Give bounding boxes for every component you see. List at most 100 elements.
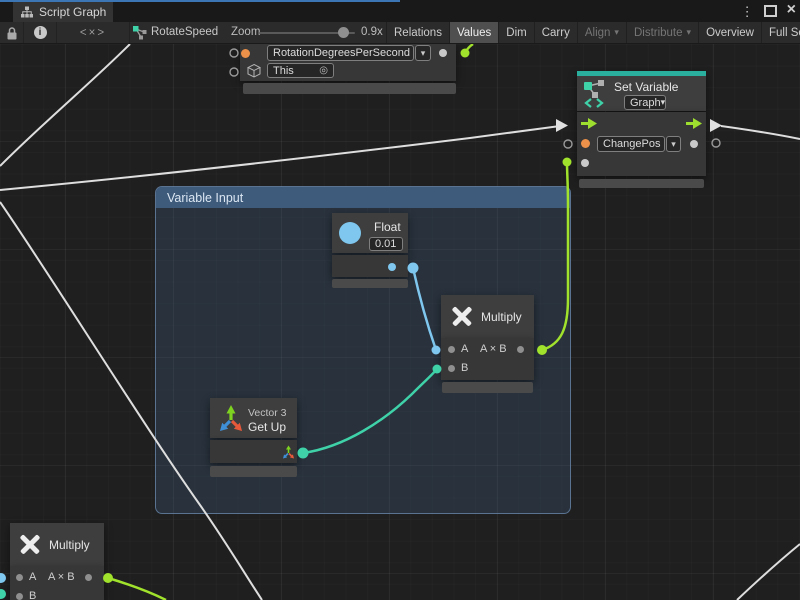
node-footer	[332, 279, 408, 288]
button-label: Distribute	[634, 27, 683, 39]
graph-toolbar: i <×> RotateSpeed Zoom 0.9x Relations Va…	[0, 22, 800, 44]
chevron-down-icon: ▾	[687, 27, 692, 38]
carry-button[interactable]: Carry	[534, 22, 577, 43]
lock-icon	[6, 26, 18, 40]
zoom-value: 0.9x	[361, 26, 383, 38]
tab-script-graph[interactable]: Script Graph	[13, 2, 113, 22]
align-dropdown[interactable]: Align▾	[577, 22, 626, 43]
script-graph-icon	[21, 6, 33, 18]
node-footer	[579, 179, 704, 188]
window-controls: ⋮ ×	[741, 0, 796, 22]
object-picker-icon[interactable]: ◎	[319, 65, 328, 76]
flow-output-arrow-icon[interactable]	[686, 118, 702, 129]
variable-name-text: ChangePos	[603, 138, 661, 150]
port-input-a[interactable]	[448, 346, 455, 353]
button-label: Values	[457, 27, 491, 39]
flow-input-arrow-icon[interactable]	[581, 118, 597, 129]
label-a: A	[461, 343, 468, 355]
distribute-dropdown[interactable]: Distribute ▾	[626, 22, 698, 43]
button-label: Dim	[506, 27, 526, 39]
chevron-down-icon: ▾	[421, 48, 426, 59]
group-header[interactable]: Variable Input	[156, 187, 570, 208]
variable-name-dropdown[interactable]: ChangePos	[597, 136, 665, 152]
node-set-variable[interactable]: Set Variable Graph ▾ ChangePos ▾	[577, 71, 706, 188]
port-value-output[interactable]	[690, 140, 698, 148]
values-button[interactable]: Values	[449, 22, 498, 43]
node-title: Set Variable	[614, 80, 678, 94]
overview-button[interactable]: Overview	[698, 22, 761, 43]
node-get-variable[interactable]: RotationDegreesPerSecond ▾ This ◎	[240, 44, 456, 94]
node-title: Multiply	[49, 538, 90, 552]
variable-name-dropdown[interactable]: RotationDegreesPerSecond	[267, 45, 414, 61]
port-value-input[interactable]	[581, 159, 589, 167]
label-a: A	[29, 571, 36, 583]
button-label: Relations	[394, 27, 442, 39]
breadcrumb-graph-name[interactable]: RotateSpeed	[151, 26, 218, 38]
port-input-a[interactable]	[16, 574, 23, 581]
maximize-icon[interactable]	[764, 5, 777, 17]
node-title: Multiply	[481, 310, 522, 324]
node-footer	[243, 83, 456, 94]
scope-text: Graph	[630, 97, 661, 109]
group-title: Variable Input	[167, 191, 243, 205]
close-icon[interactable]: ×	[787, 2, 796, 18]
node-footer	[210, 466, 297, 477]
chevron-down-icon: ▾	[614, 27, 619, 38]
port-variable-name[interactable]	[581, 139, 590, 148]
target-field[interactable]: This ◎	[267, 63, 334, 78]
info-button[interactable]: i	[24, 22, 57, 43]
info-icon: i	[34, 26, 47, 39]
button-label: Align	[585, 27, 611, 39]
tab-title: Script Graph	[39, 5, 106, 19]
node-multiply-inner[interactable]: Multiply A A × B B	[441, 295, 534, 394]
multiply-icon	[19, 533, 41, 555]
node-float-literal[interactable]: Float 0.01	[332, 213, 408, 288]
variable-dropdown-button[interactable]: ▾	[666, 136, 681, 152]
port-vector-output[interactable]	[282, 445, 295, 459]
menu-icon[interactable]: ⋮	[741, 5, 754, 18]
multiply-icon	[451, 305, 473, 327]
variable-dropdown-button[interactable]: ▾	[415, 45, 431, 61]
zoom-label: Zoom	[231, 26, 260, 38]
node-title: Float	[374, 220, 401, 234]
port-variable-name[interactable]	[241, 49, 250, 58]
node-vector3-get-up[interactable]: Vector 3 Get Up	[210, 398, 297, 478]
node-accent-strip	[577, 71, 706, 76]
port-input-b[interactable]	[448, 365, 455, 372]
node-body[interactable]	[332, 255, 408, 277]
label-a-times-b: A × B	[480, 343, 507, 355]
script-graph-window: Variable Input RotationDegreesPerSecond …	[0, 0, 800, 600]
dim-button[interactable]: Dim	[498, 22, 533, 43]
chevron-down-icon: ▾	[661, 97, 666, 108]
graph-reference-icon	[133, 26, 147, 40]
code-icon: <×>	[80, 27, 106, 39]
button-label: Full Screen	[769, 27, 800, 39]
full-screen-button[interactable]: Full Screen	[761, 22, 800, 43]
float-value-input[interactable]: 0.01	[369, 237, 403, 251]
button-label: Overview	[706, 27, 754, 39]
chevron-down-icon: ▾	[671, 139, 676, 150]
view-options: Relations Values Dim Carry Align▾ Distri…	[386, 22, 800, 43]
target-text: This	[273, 65, 294, 77]
float-icon	[339, 222, 361, 244]
lock-button[interactable]	[0, 22, 24, 43]
port-output[interactable]	[517, 346, 524, 353]
button-label: Carry	[542, 27, 570, 39]
float-value-text: 0.01	[375, 238, 396, 250]
node-multiply-outer[interactable]: Multiply A A × B B	[10, 523, 104, 600]
code-preview-button[interactable]: <×>	[57, 22, 130, 43]
port-value-output[interactable]	[388, 263, 396, 271]
label-b: B	[461, 362, 468, 374]
port-value-output[interactable]	[439, 49, 447, 57]
label-b: B	[29, 590, 36, 600]
node-title: Get Up	[248, 420, 286, 434]
node-footer	[442, 382, 533, 393]
port-output[interactable]	[85, 574, 92, 581]
variable-name-text: RotationDegreesPerSecond	[273, 47, 410, 59]
port-input-b[interactable]	[16, 593, 23, 600]
cube-icon	[247, 63, 261, 78]
relations-button[interactable]: Relations	[386, 22, 449, 43]
scope-dropdown[interactable]: Graph ▾	[624, 95, 666, 110]
label-a-times-b: A × B	[48, 571, 75, 583]
zoom-slider-handle[interactable]	[338, 27, 349, 38]
